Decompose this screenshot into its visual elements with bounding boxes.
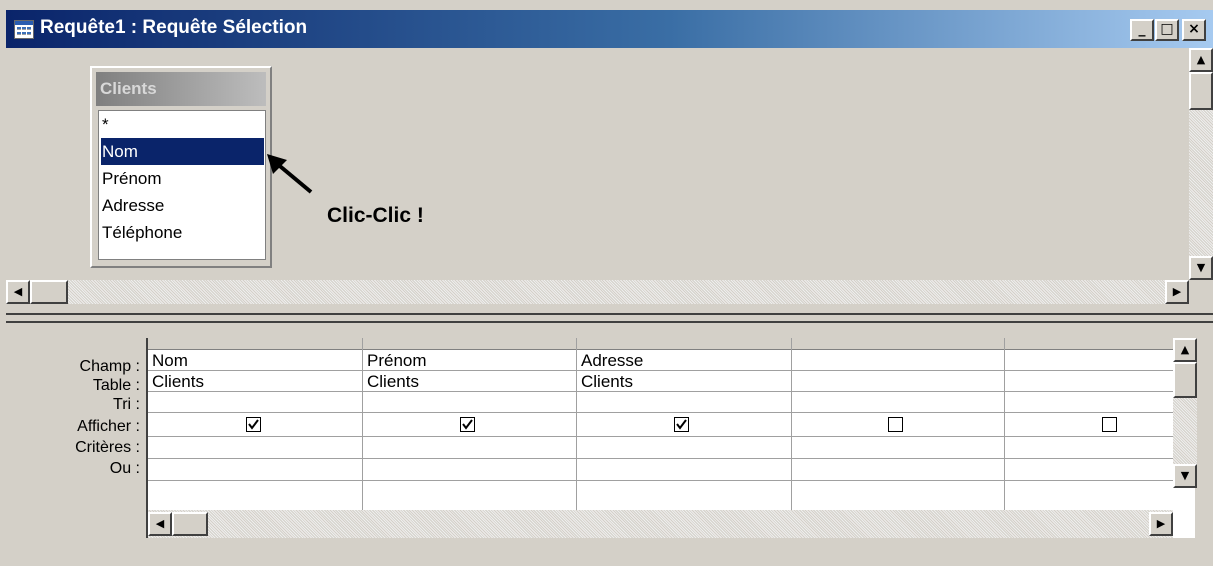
row-label-tri: Tri :	[113, 396, 140, 413]
cell-ou[interactable]	[1005, 459, 1173, 481]
query-window: Requête1 : Requête Sélection _ □ × Clien…	[6, 0, 1213, 566]
cell-criteres[interactable]	[363, 437, 576, 459]
afficher-checkbox[interactable]	[460, 417, 475, 432]
close-button[interactable]: ×	[1182, 19, 1206, 41]
column-selector[interactable]	[577, 338, 791, 350]
cell-tri[interactable]	[577, 392, 791, 413]
cell-tri[interactable]	[792, 392, 1004, 413]
scroll-left-button[interactable]: ◀	[6, 280, 30, 304]
cell-criteres[interactable]	[577, 437, 791, 459]
grid-column[interactable]	[792, 338, 1005, 510]
cell-criteres[interactable]	[792, 437, 1004, 459]
grid-column[interactable]: Prénom Clients	[363, 338, 577, 510]
scroll-thumb[interactable]	[1189, 72, 1213, 110]
cell-criteres[interactable]	[1005, 437, 1173, 459]
title-bar[interactable]: Requête1 : Requête Sélection _ □ ×	[6, 10, 1213, 48]
upper-vertical-scrollbar[interactable]: ▲ ▼	[1189, 48, 1213, 280]
annotation-arrow-icon	[267, 154, 313, 194]
grid-vertical-scrollbar[interactable]: ▲ ▼	[1173, 338, 1197, 488]
cell-criteres[interactable]	[148, 437, 362, 459]
query-window-icon[interactable]	[14, 20, 34, 39]
afficher-checkbox[interactable]	[1102, 417, 1117, 432]
maximize-button[interactable]: □	[1155, 19, 1179, 41]
row-label-table: Table :	[92, 377, 140, 394]
annotation-text: Clic-Clic !	[327, 204, 424, 227]
cell-champ[interactable]	[1005, 350, 1173, 371]
row-label-afficher: Afficher :	[77, 418, 140, 435]
upper-horizontal-scrollbar[interactable]: ◀ ▶	[6, 280, 1189, 304]
cell-table[interactable]: Clients	[363, 371, 576, 392]
field-list-item[interactable]: Téléphone	[101, 219, 264, 246]
scroll-right-button[interactable]: ▶	[1149, 512, 1173, 536]
field-list[interactable]: * Nom Prénom Adresse Téléphone	[98, 110, 266, 260]
cell-afficher[interactable]	[577, 413, 791, 437]
cell-table[interactable]: Clients	[148, 371, 362, 392]
cell-champ[interactable]: Nom	[148, 350, 362, 371]
cell-table[interactable]: Clients	[577, 371, 791, 392]
scroll-thumb[interactable]	[1173, 362, 1197, 398]
cell-ou[interactable]	[792, 459, 1004, 481]
afficher-checkbox[interactable]	[674, 417, 689, 432]
cell-champ[interactable]: Prénom	[363, 350, 576, 371]
window-title: Requête1 : Requête Sélection	[40, 17, 308, 38]
cell-table[interactable]	[792, 371, 1004, 392]
column-selector[interactable]	[1005, 338, 1173, 350]
row-label-champ: Champ :	[79, 358, 140, 375]
grid-horizontal-scrollbar[interactable]: ◀ ▶	[148, 510, 1173, 538]
field-list-item[interactable]: Prénom	[101, 165, 264, 192]
cell-champ[interactable]	[792, 350, 1004, 371]
column-selector[interactable]	[148, 338, 362, 350]
scroll-right-button[interactable]: ▶	[1165, 280, 1189, 304]
table-design-pane: Clients * Nom Prénom Adresse Téléphone C…	[6, 48, 1213, 310]
scroll-down-button[interactable]: ▼	[1173, 464, 1197, 488]
cell-afficher[interactable]	[148, 413, 362, 437]
cell-afficher[interactable]	[1005, 413, 1173, 437]
cell-afficher[interactable]	[363, 413, 576, 437]
afficher-checkbox[interactable]	[888, 417, 903, 432]
scroll-left-button[interactable]: ◀	[148, 512, 172, 536]
scroll-thumb[interactable]	[172, 512, 208, 536]
field-list-item[interactable]: Adresse	[101, 192, 264, 219]
afficher-checkbox[interactable]	[246, 417, 261, 432]
row-label-criteres: Critères :	[75, 439, 140, 456]
scroll-up-button[interactable]: ▲	[1173, 338, 1197, 362]
scroll-down-button[interactable]: ▼	[1189, 256, 1213, 280]
grid-column[interactable]: Adresse Clients	[577, 338, 792, 510]
cell-ou[interactable]	[148, 459, 362, 481]
grid-column[interactable]: Nom Clients	[148, 338, 363, 510]
cell-ou[interactable]	[577, 459, 791, 481]
field-list-item[interactable]: *	[101, 111, 264, 138]
cell-tri[interactable]	[1005, 392, 1173, 413]
grid-column[interactable]	[1005, 338, 1173, 510]
cell-table[interactable]	[1005, 371, 1173, 392]
column-selector[interactable]	[792, 338, 1004, 350]
scroll-up-button[interactable]: ▲	[1189, 48, 1213, 72]
scroll-thumb[interactable]	[30, 280, 68, 304]
table-box-title[interactable]: Clients	[96, 72, 266, 106]
cell-tri[interactable]	[148, 392, 362, 413]
row-label-ou: Ou :	[109, 460, 140, 477]
query-design-grid: Nom Clients Prénom Clients Adresse Clien…	[146, 338, 1197, 538]
minimize-button[interactable]: _	[1130, 19, 1154, 41]
pane-splitter[interactable]	[6, 313, 1213, 323]
clients-table-box[interactable]: Clients * Nom Prénom Adresse Téléphone	[90, 66, 272, 268]
cell-tri[interactable]	[363, 392, 576, 413]
cell-ou[interactable]	[363, 459, 576, 481]
cell-champ[interactable]: Adresse	[577, 350, 791, 371]
field-list-item-selected[interactable]: Nom	[101, 138, 264, 165]
column-selector[interactable]	[363, 338, 576, 350]
cell-afficher[interactable]	[792, 413, 1004, 437]
